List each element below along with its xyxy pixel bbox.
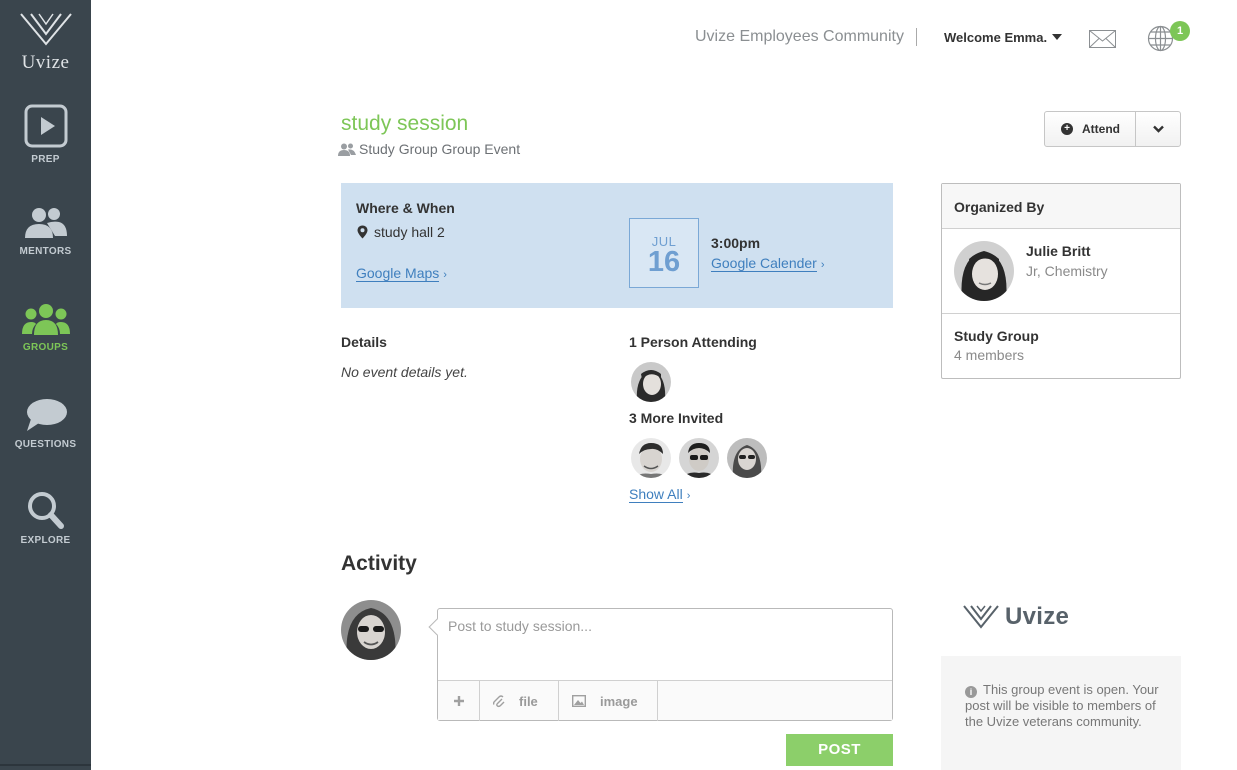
event-location: study hall 2 <box>357 224 445 240</box>
chevron-right-icon: › <box>443 269 447 281</box>
invitee-avatar[interactable] <box>679 438 719 478</box>
attendee-avatar[interactable] <box>631 362 671 402</box>
details-title: Details <box>341 334 387 350</box>
chevron-down-icon <box>1152 125 1164 133</box>
image-label: image <box>600 693 638 709</box>
event-title: study session <box>341 112 469 135</box>
caret-down-icon <box>1052 34 1063 40</box>
group-icon <box>338 143 356 156</box>
image-icon <box>572 695 586 707</box>
attend-button[interactable]: + Attend <box>1045 112 1136 146</box>
attending-title: 1 Person Attending <box>629 334 757 350</box>
google-calendar-link[interactable]: Google Calender › <box>711 255 825 272</box>
plus-icon <box>453 696 464 706</box>
post-input[interactable] <box>438 609 892 679</box>
group-name: Study Group <box>954 328 1039 344</box>
organizer-name[interactable]: Julie Britt <box>1026 243 1091 259</box>
mail-icon[interactable] <box>1089 30 1116 53</box>
info-message: This group event is open. Your post will… <box>965 682 1159 729</box>
nav-item-explore[interactable]: EXPLORE <box>0 491 91 546</box>
uvize-logo-icon <box>963 605 999 629</box>
add-attachment-button[interactable] <box>438 681 480 721</box>
location-text: study hall 2 <box>374 224 445 240</box>
header-divider <box>916 28 917 46</box>
attend-button-group: + Attend <box>1044 111 1181 147</box>
sidebar: Uvize PREP MENTORS GROUPS QUESTIONS EXPL… <box>0 0 91 770</box>
where-when-panel: Where & When study hall 2 Google Maps › J… <box>341 183 893 308</box>
community-name[interactable]: Uvize Employees Community <box>695 28 904 46</box>
event-subtitle: Study Group Group Event <box>338 141 520 157</box>
google-calendar-label: Google Calender <box>711 255 817 272</box>
details-text: No event details yet. <box>341 364 468 380</box>
post-button[interactable]: POST <box>786 734 893 766</box>
organizer-heading: Organized By <box>942 184 1180 229</box>
sidebar-footer <box>0 764 91 770</box>
attend-dropdown-button[interactable] <box>1136 112 1180 146</box>
brand-text: Uvize <box>1005 603 1070 630</box>
organizer-avatar[interactable] <box>954 241 1014 301</box>
study-group-link[interactable]: Study Group 4 members <box>942 314 1180 377</box>
notification-badge[interactable]: 1 <box>1170 21 1190 41</box>
file-label: file <box>519 693 538 709</box>
organizer-card: Organized By Julie Britt Jr, Chemistry S… <box>941 183 1181 379</box>
show-all-label: Show All <box>629 486 683 503</box>
date-badge: JUL 16 <box>629 218 699 288</box>
info-notice: i This group event is open. Your post wil… <box>941 656 1181 770</box>
paperclip-icon <box>493 695 505 708</box>
questions-icon <box>26 399 67 431</box>
group-members-count: 4 members <box>954 347 1025 363</box>
chevron-right-icon: › <box>686 490 691 502</box>
uvize-logo-icon <box>19 13 72 46</box>
welcome-text: Welcome Emma. <box>944 30 1048 45</box>
post-composer: file image <box>428 608 893 721</box>
nav-label-prep: PREP <box>31 154 60 165</box>
nav-label-questions: QUESTIONS <box>14 439 77 450</box>
event-subtitle-text: Study Group Group Event <box>359 141 521 157</box>
attach-file-button[interactable]: file <box>480 681 559 721</box>
logo-text: Uvize <box>21 52 70 73</box>
nav-item-mentors[interactable]: MENTORS <box>0 206 91 257</box>
user-menu[interactable]: Welcome Emma. <box>944 30 1063 45</box>
date-day: 16 <box>647 246 681 278</box>
search-icon <box>27 492 64 529</box>
composer-toolbar: file image <box>438 680 892 721</box>
invitee-avatar[interactable] <box>727 438 767 478</box>
mentors-icon <box>24 208 67 238</box>
nav-item-prep[interactable]: PREP <box>0 104 91 165</box>
google-maps-link[interactable]: Google Maps › <box>356 265 447 282</box>
organizer-profile[interactable]: Julie Britt Jr, Chemistry <box>942 229 1180 314</box>
invited-title: 3 More Invited <box>629 410 724 426</box>
groups-icon <box>21 304 70 335</box>
nav-item-questions[interactable]: QUESTIONS <box>0 397 91 450</box>
attach-image-button[interactable]: image <box>559 681 658 721</box>
plus-circle-icon: + <box>1061 123 1073 135</box>
attend-label: Attend <box>1082 122 1120 136</box>
nav-label-explore: EXPLORE <box>20 535 71 546</box>
nav-label-groups: GROUPS <box>22 342 69 353</box>
info-icon: i <box>965 686 977 698</box>
google-maps-label: Google Maps <box>356 265 440 282</box>
invitee-avatar[interactable] <box>631 438 671 478</box>
activity-title: Activity <box>341 552 417 575</box>
current-user-avatar[interactable] <box>341 600 401 660</box>
uvize-logo[interactable]: Uvize <box>0 12 91 74</box>
event-time: 3:00pm <box>711 235 761 251</box>
map-pin-icon <box>357 225 368 239</box>
where-when-title: Where & When <box>356 200 455 216</box>
chevron-right-icon: › <box>820 259 825 271</box>
nav-item-groups[interactable]: GROUPS <box>0 303 91 353</box>
nav-label-mentors: MENTORS <box>19 246 72 257</box>
uvize-brand-logo: Uvize <box>963 603 1069 631</box>
show-all-link[interactable]: Show All › <box>629 486 691 503</box>
organizer-role: Jr, Chemistry <box>1026 263 1108 279</box>
play-icon <box>24 104 67 148</box>
